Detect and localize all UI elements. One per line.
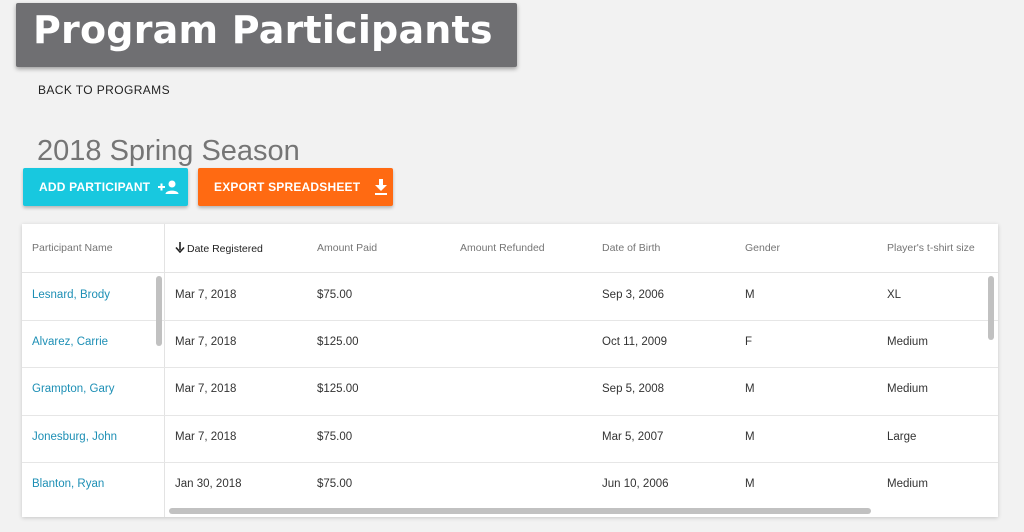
column-header-date-registered[interactable]: Date Registered [175,242,263,256]
date-registered-cell: Jan 30, 2018 [175,478,242,490]
name-column-scrollbar[interactable] [156,276,162,346]
date-of-birth-cell: Oct 11, 2009 [602,336,667,348]
table-row: Grampton, Gary Mar 7, 2018 $125.00 Sep 5… [22,367,998,414]
gender-cell: M [745,431,755,443]
column-header-gender[interactable]: Gender [745,242,780,254]
table-vertical-scrollbar[interactable] [988,276,994,340]
table-row: Jonesburg, John Mar 7, 2018 $75.00 Mar 5… [22,415,998,462]
participant-name-link[interactable]: Grampton, Gary [32,383,114,395]
gender-cell: F [745,336,753,348]
page-title: Program Participants [33,8,493,52]
participant-name-link[interactable]: Jonesburg, John [32,431,117,443]
page-banner: Program Participants [16,3,517,67]
table-row: Lesnard, Brody Mar 7, 2018 $75.00 Sep 3,… [22,273,998,320]
column-header-amount-paid[interactable]: Amount Paid [317,242,377,254]
participants-table: Participant Name Date Registered Amount … [22,224,998,517]
table-row: Alvarez, Carrie Mar 7, 2018 $125.00 Oct … [22,320,998,367]
date-registered-cell: Mar 7, 2018 [175,336,237,348]
amount-paid-cell: $75.00 [317,478,353,490]
date-of-birth-cell: Mar 5, 2007 [602,431,664,443]
shirt-size-cell: Medium [887,478,928,490]
gender-cell: M [745,478,755,490]
participant-name-link[interactable]: Alvarez, Carrie [32,336,108,348]
date-of-birth-cell: Sep 3, 2006 [602,289,665,301]
export-spreadsheet-label: EXPORT SPREADSHEET [214,180,361,194]
table-row: Blanton, Ryan Jan 30, 2018 $75.00 Jun 10… [22,462,998,509]
add-participant-button[interactable]: ADD PARTICIPANT [23,168,188,206]
amount-paid-cell: $75.00 [317,431,353,443]
column-header-date-of-birth[interactable]: Date of Birth [602,242,660,254]
table-header: Participant Name Date Registered Amount … [22,224,998,273]
back-to-programs-link[interactable]: BACK TO PROGRAMS [38,83,170,97]
amount-paid-cell: $125.00 [317,336,359,348]
export-spreadsheet-button[interactable]: EXPORT SPREADSHEET [198,168,393,206]
arrow-down-icon [175,242,185,256]
date-registered-cell: Mar 7, 2018 [175,431,237,443]
shirt-size-cell: Large [887,431,917,443]
column-header-shirt-size[interactable]: Player's t-shirt size [887,242,975,254]
participant-name-link[interactable]: Blanton, Ryan [32,478,104,490]
column-header-amount-refunded[interactable]: Amount Refunded [460,242,545,254]
amount-paid-cell: $75.00 [317,289,353,301]
gender-cell: M [745,383,755,395]
column-header-participant-name[interactable]: Participant Name [32,242,113,254]
shirt-size-cell: XL [887,289,902,301]
shirt-size-cell: Medium [887,336,928,348]
date-of-birth-cell: Sep 5, 2008 [602,383,665,395]
amount-paid-cell: $125.00 [317,383,359,395]
add-participant-label: ADD PARTICIPANT [39,180,151,194]
add-person-icon [158,180,180,194]
date-registered-cell: Mar 7, 2018 [175,289,237,301]
date-registered-header-label: Date Registered [187,243,263,255]
date-of-birth-cell: Jun 10, 2006 [602,478,669,490]
season-title: 2018 Spring Season [37,135,300,168]
shirt-size-cell: Medium [887,383,928,395]
gender-cell: M [745,289,755,301]
download-icon [374,179,388,195]
table-horizontal-scrollbar[interactable] [169,508,871,514]
participant-name-link[interactable]: Lesnard, Brody [32,289,110,301]
date-registered-cell: Mar 7, 2018 [175,383,237,395]
